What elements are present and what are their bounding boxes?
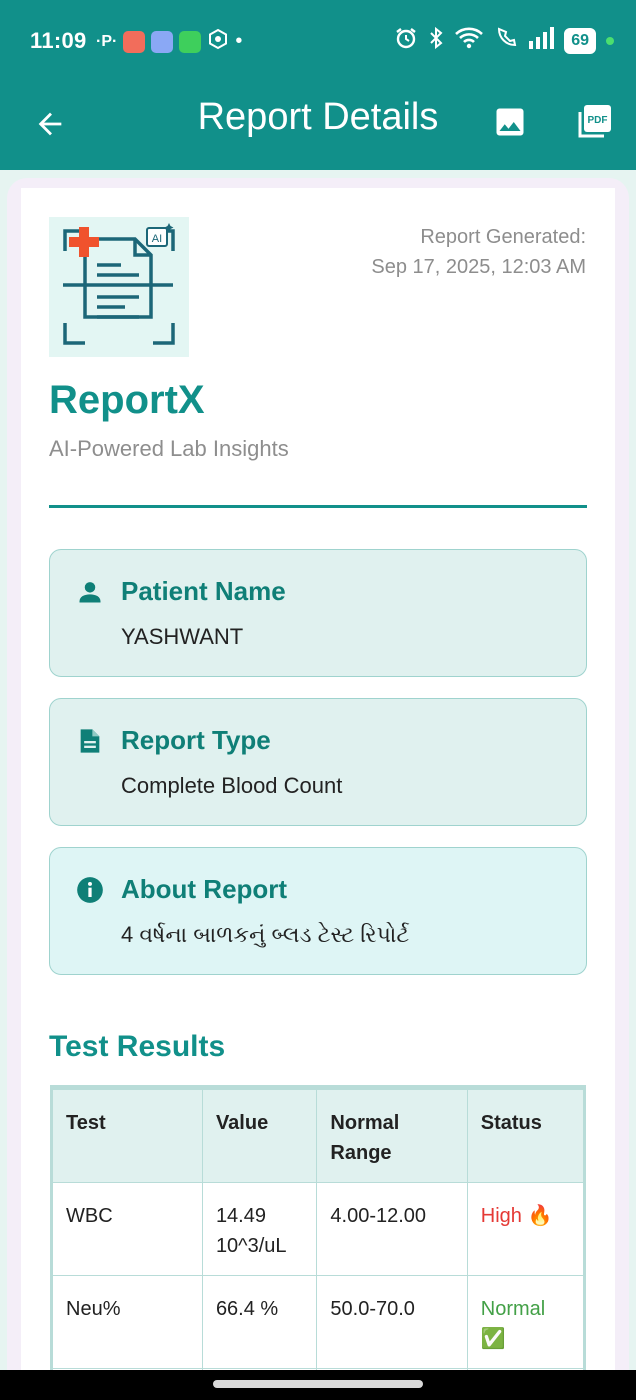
header-divider: [49, 505, 587, 508]
lab-report-logo-icon: AI: [63, 223, 175, 345]
info-icon: [77, 877, 103, 903]
test-results-table: Test Value Normal Range Status WBC 14.49…: [50, 1085, 586, 1385]
export-pdf-button[interactable]: PDF: [570, 98, 618, 146]
app-bar: Report Details PDF: [0, 84, 636, 170]
column-header-status: Status: [466, 1089, 584, 1183]
page-title: Report Details: [197, 96, 439, 138]
about-report-label: About Report: [121, 874, 288, 904]
more-dot-icon: •: [235, 30, 243, 52]
about-report-value: 4 વર્ષના બાળકનું બ્લડ ટેસ્ટ રિપોર્ટ: [121, 922, 410, 947]
pdf-icon: PDF: [578, 105, 611, 138]
table-row: WBC 14.49 10^3/uL 4.00-12.00 High 🔥: [52, 1182, 584, 1276]
table-header-row: Test Value Normal Range Status: [52, 1089, 584, 1183]
patient-name-label: Patient Name: [121, 576, 286, 606]
table-row: Neu% 66.4 % 50.0-70.0 Normal ✅: [52, 1275, 584, 1369]
pdf-icon-text: PDF: [588, 115, 608, 126]
game-app-icon: [123, 30, 146, 53]
battery-level: 69: [564, 27, 596, 54]
test-value: 14.49 10^3/uL: [201, 1182, 318, 1276]
logo-ai-text: AI: [152, 233, 162, 245]
report-type-card: Report Type Complete Blood Count: [49, 698, 587, 826]
image-icon: [496, 108, 524, 136]
gallery-app-icon: [151, 30, 174, 53]
test-range: 50.0-70.0: [316, 1275, 468, 1369]
column-header-test: Test: [52, 1089, 203, 1183]
about-report-card: About Report 4 વર્ષના બાળકનું બ્લડ ટેસ્ટ…: [49, 847, 587, 975]
report-type-label: Report Type: [121, 725, 271, 755]
report-generated: Report Generated: Sep 17, 2025, 12:03 AM: [371, 222, 586, 282]
system-navigation-bar: [0, 1370, 636, 1400]
patient-name-card: Patient Name YASHWANT: [49, 549, 587, 677]
test-status: Normal ✅: [466, 1275, 584, 1369]
wifi-icon: [454, 26, 484, 55]
test-name: Neu%: [52, 1275, 203, 1369]
system-status-icons: 69: [394, 26, 614, 55]
brand-tagline: AI-Powered Lab Insights: [49, 436, 289, 461]
test-value: 66.4 %: [201, 1275, 318, 1369]
home-gesture-handle[interactable]: [213, 1380, 423, 1388]
alarm-icon: [394, 26, 418, 55]
test-status: High 🔥: [466, 1182, 584, 1276]
patient-name-value: YASHWANT: [121, 624, 244, 649]
test-name: WBC: [52, 1182, 203, 1276]
bluetooth-icon: [428, 26, 444, 55]
vpn-icon: [207, 28, 229, 55]
status-bar: 11:09 ·P· • 69: [0, 0, 636, 84]
signal-icon: [528, 27, 555, 54]
reportx-logo: AI: [49, 217, 189, 357]
report-generated-label: Report Generated:: [420, 226, 586, 248]
brand-name: ReportX: [49, 378, 205, 422]
status-time: 11:09: [30, 28, 87, 53]
document-icon: [80, 729, 100, 753]
report-generated-date: Sep 17, 2025, 12:03 AM: [371, 256, 586, 278]
notification-p-icon: ·P·: [96, 32, 118, 50]
wifi-calling-icon: [494, 26, 518, 55]
column-header-value: Value: [201, 1089, 318, 1183]
test-range: 4.00-12.00: [316, 1182, 468, 1276]
notification-icons: ·P· •: [96, 28, 242, 55]
charging-dot-icon: [606, 36, 614, 45]
column-header-range: Normal Range: [316, 1089, 468, 1183]
report-type-value: Complete Blood Count: [121, 773, 343, 798]
person-icon: [79, 582, 101, 603]
export-image-button[interactable]: [486, 98, 534, 146]
test-results-title: Test Results: [49, 1030, 226, 1063]
phone-app-icon: [179, 30, 202, 53]
